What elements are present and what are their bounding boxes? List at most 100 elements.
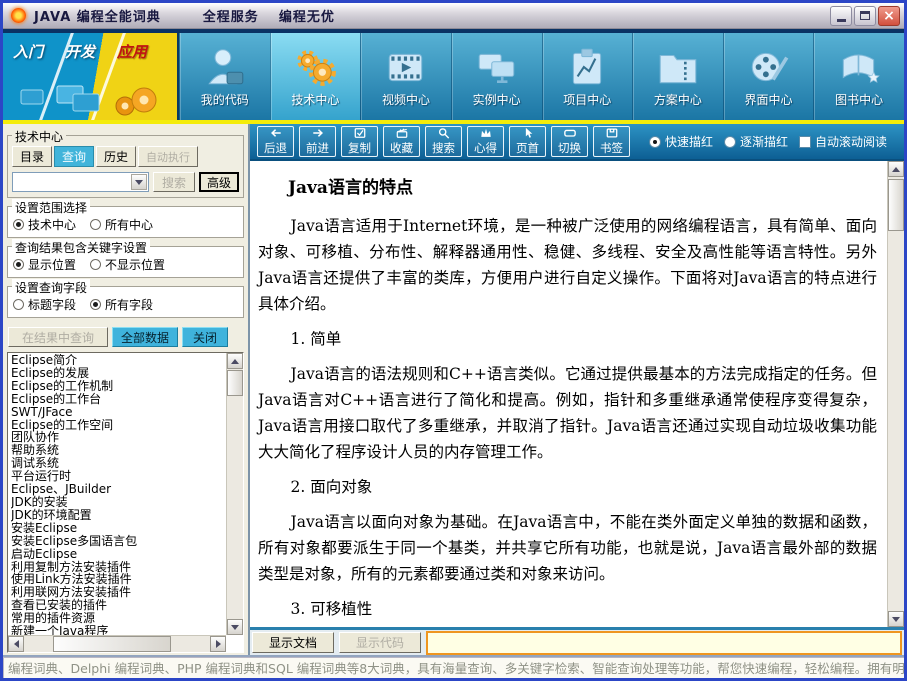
nav-item-my-code[interactable]: 我的代码 [179,33,270,120]
result-list-panel: Eclipse简介 Eclipse的发展 Eclipse的工作机制 Eclips… [7,352,244,653]
nav-item-tech-center[interactable]: 技术中心 [269,33,361,120]
advanced-button[interactable]: 高级 [199,172,239,192]
note-input[interactable] [428,633,900,654]
scroll-thumb[interactable] [53,636,171,652]
list-item[interactable]: Eclipse的工作台 [11,392,226,406]
all-data-button[interactable]: 全部数据 [112,327,178,347]
collect-button[interactable]: 收藏 [383,126,420,157]
toolbar-label: 收藏 [390,141,413,155]
toolbar-label: 搜索 [432,141,455,155]
list-item[interactable]: 启动Eclipse [11,547,226,561]
radio-all-centers[interactable]: 所有中心 [90,216,153,233]
search-button[interactable]: 搜索 [153,172,195,192]
logo-tab-develop[interactable]: 开发 [65,41,95,62]
document-scrollbar[interactable] [887,161,904,627]
article-heading: 3. 可移植性 [290,600,373,618]
sidebar-tabs: 目录 查询 历史 自动执行 [12,146,239,167]
toolbar-label: 书签 [600,141,623,155]
list-item[interactable]: 安装Eclipse多国语言包 [11,534,226,548]
scroll-right-button[interactable] [210,636,226,652]
film-icon [388,53,423,81]
list-vertical-scrollbar[interactable] [226,353,243,635]
tab-history[interactable]: 历史 [96,146,137,167]
scroll-thumb[interactable] [888,179,904,231]
nav-item-example-center[interactable]: 实例中心 [450,33,542,120]
group-title: 设置范围选择 [12,199,91,216]
tab-catalog[interactable]: 目录 [12,146,53,167]
nav-label: 视频中心 [382,92,431,107]
radio-show-position[interactable]: 显示位置 [13,256,76,273]
copy-button[interactable]: 复制 [341,126,378,157]
triangle-left-icon [10,640,19,648]
radio-title-field[interactable]: 标题字段 [13,296,76,313]
list-item[interactable]: Eclipse的工作机制 [11,379,226,393]
radio-tech-center[interactable]: 技术中心 [13,216,76,233]
checkbox-auto-scroll[interactable]: 自动滚动阅读 [799,133,887,150]
radio-fast-highlight[interactable]: 快速描红 [649,133,713,150]
article-paragraph: Java语言适用于Internet环境，是一种被广泛使用的网络编程语言，具有简单… [258,217,877,313]
forward-button[interactable]: 前进 [299,126,336,157]
nav-item-project-center[interactable]: 项目中心 [541,33,633,120]
back-button[interactable]: 后退 [257,126,294,157]
scroll-up-button[interactable] [227,353,243,369]
scroll-down-button[interactable] [888,611,904,627]
page-top-button[interactable]: 页首 [509,126,546,157]
query-in-results-button[interactable]: 在结果中查询 [8,327,108,347]
tab-auto-execute[interactable]: 自动执行 [138,146,199,167]
show-code-button[interactable]: 显示代码 [339,632,421,653]
article-title: Java语言的特点 [288,178,413,198]
list-item[interactable]: SWT/JFace [11,405,226,419]
keyword-input[interactable] [14,174,130,190]
close-button[interactable]: × [878,5,900,26]
list-horizontal-scrollbar[interactable] [8,635,226,652]
nav-item-ui-center[interactable]: 界面中心 [722,33,814,120]
minimize-button[interactable] [830,5,852,26]
scroll-left-button[interactable] [8,636,24,652]
radio-icon [13,299,24,310]
insight-button[interactable]: 心得 [467,126,504,157]
toolbar-label: 心得 [474,141,497,155]
note-input-box[interactable] [426,630,902,655]
nav-item-video-center[interactable]: 视频中心 [360,33,451,120]
list-item[interactable]: Eclipse简介 [11,354,226,367]
list-item[interactable]: JDK的安装 [11,496,226,509]
list-item[interactable]: 安装Eclipse [11,521,226,535]
radio-icon [649,135,661,148]
scroll-down-button[interactable] [227,619,243,635]
result-list: Eclipse简介 Eclipse的发展 Eclipse的工作机制 Eclips… [11,354,226,635]
logo-tab-beginner[interactable]: 入门 [13,41,43,62]
sun-logo-icon [11,8,26,23]
nav-item-book-center[interactable]: 图书中心 [813,33,904,120]
radio-all-fields[interactable]: 所有字段 [90,296,153,313]
maximize-button[interactable] [854,5,876,26]
list-item[interactable]: JDK的环境配置 [11,508,226,522]
app-logo: 入门 开发 应用 [3,33,179,120]
minimize-icon [836,18,846,22]
radio-gradual-highlight[interactable]: 逐渐描红 [724,133,788,150]
toolbar-label: 后退 [264,141,287,155]
reader-toolbar: 后退 前进 复制 收藏 搜索 心得 页首 切换 书签 快速描红 逐渐描红 自动滚… [250,124,904,161]
list-item[interactable]: 新建一个Java程序 [11,625,226,635]
show-document-button[interactable]: 显示文档 [252,632,334,653]
radio-icon [13,259,24,270]
search-text-button[interactable]: 搜索 [425,126,462,157]
scroll-up-button[interactable] [888,161,904,177]
scroll-thumb[interactable] [227,370,243,396]
list-item[interactable]: Eclipse的发展 [11,367,226,380]
switch-button[interactable]: 切换 [551,126,588,157]
logo-tab-apply[interactable]: 应用 [117,41,147,62]
checkbox-label: 自动滚动阅读 [815,135,888,149]
nav-item-solution-center[interactable]: 方案中心 [632,33,723,120]
nav-label: 项目中心 [563,92,612,107]
toolbar-label: 前进 [306,141,329,155]
nav-label: 界面中心 [744,92,793,107]
triangle-up-icon [231,355,239,364]
zip-folder-icon [659,54,697,83]
combo-dropdown-button[interactable] [131,174,147,190]
close-panel-button[interactable]: 关闭 [182,327,228,347]
keyword-combobox[interactable] [12,172,149,192]
toolbar-label: 页首 [516,141,539,155]
radio-hide-position[interactable]: 不显示位置 [90,256,165,273]
tab-query[interactable]: 查询 [54,146,95,167]
bookmark-button[interactable]: 书签 [593,126,630,157]
